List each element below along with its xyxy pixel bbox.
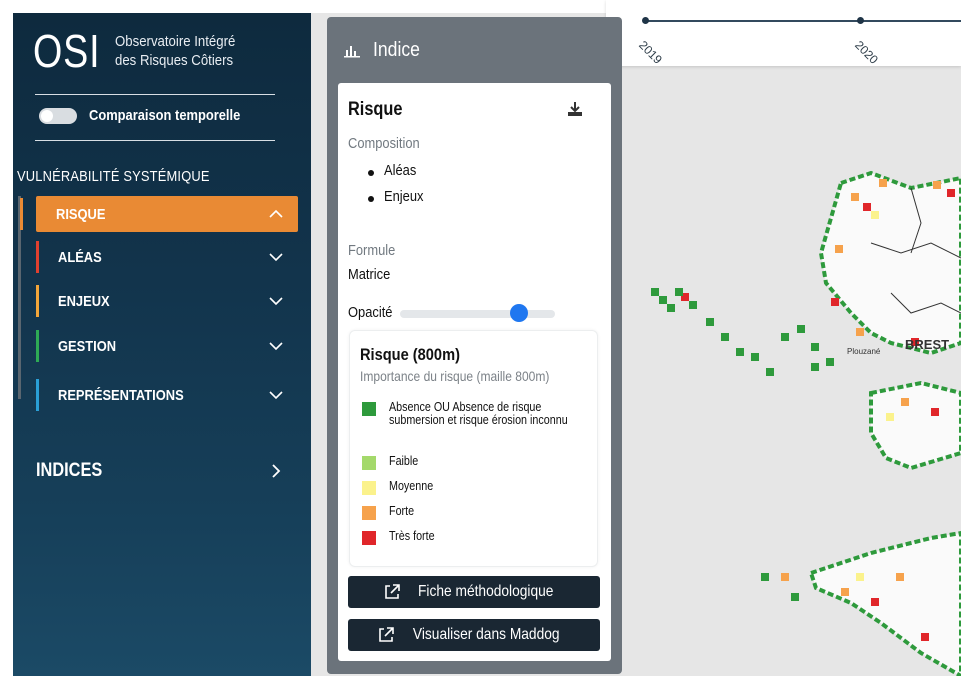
download-icon[interactable] [566,100,584,118]
panel-title: Indice [373,39,420,61]
panel-header: Indice [343,39,426,62]
sidebar: OSI Observatoire Intégré des Risques Côt… [13,13,311,676]
comparison-toggle[interactable] [39,107,77,124]
menu-stripe [36,241,39,273]
section-title: VULNÉRABILITÉ SYSTÉMIQUE [17,168,210,185]
opacity-label: Opacité [348,304,393,321]
legend-label: Forte [389,504,415,518]
menu-stripe [36,379,39,411]
timeline-year-2020[interactable]: 2020 [852,38,881,67]
legend-title: Risque (800m) [360,345,460,364]
timeline-dot-2019[interactable] [642,17,649,24]
legend-item: Moyenne [362,480,604,495]
divider [35,94,275,95]
fiche-button-label: Fiche méthodologique [418,583,554,600]
chevron-down-icon [269,391,283,400]
fiche-methodologique-button[interactable]: Fiche méthodologique [348,576,600,608]
indice-panel: Indice Risque Composition Aléas Enjeux F… [327,17,622,674]
chevron-down-icon [269,253,283,262]
legend-swatch [362,506,376,520]
legend-label: Faible [389,454,419,468]
menu-item-aleas[interactable]: ALÉAS [36,239,298,275]
menu-item-label: REPRÉSENTATIONS [58,386,184,404]
external-link-icon [378,627,394,642]
legend-item: Faible [362,455,604,470]
comparison-toggle-row[interactable]: Comparaison temporelle [39,107,265,124]
chevron-right-icon [272,464,281,478]
external-link-icon [385,584,401,599]
legend-swatch [362,531,376,545]
legend-item: Forte [362,505,604,520]
map-place-brest: BREST [905,337,949,352]
chevron-down-icon [269,342,283,351]
legend-label: Absence OU Absence de risque submersion … [389,400,568,427]
legend-label: Très forte [389,529,435,543]
toggle-knob [41,109,53,122]
opacity-slider-handle[interactable] [510,304,528,322]
legend-item: Absence OU Absence de risque submersion … [362,401,604,426]
menu-stripe [36,330,39,362]
bullet [368,170,374,176]
timeline-year-2019[interactable]: 2019 [636,38,665,67]
legend-item: Très forte [362,530,604,545]
panel-body: Risque Composition Aléas Enjeux Formule … [338,83,611,661]
legend-swatch [362,456,376,470]
menu-item-label: ALÉAS [58,248,102,266]
bullet [368,196,374,202]
timeline-axis [646,20,961,22]
indices-label: INDICES [36,460,103,481]
logo: OSI Observatoire Intégré des Risques Côt… [33,23,252,79]
indicator-title: Risque [348,99,403,120]
logo-line-2: des Risques Côtiers [115,52,234,69]
logo-mark: OSI [33,25,101,77]
menu-item-representations[interactable]: REPRÉSENTATIONS [36,377,298,413]
legend: Risque (800m) Importance du risque (mail… [349,330,598,567]
menu-item-enjeux[interactable]: ENJEUX [36,283,298,319]
legend-subtitle: Importance du risque (maille 800m) [360,368,550,384]
indices-item[interactable]: INDICES [36,453,298,489]
logo-text: Observatoire Intégré des Risques Côtiers [115,32,235,70]
timeline[interactable]: 2019 2020 [606,0,961,67]
menu-stripe [36,285,39,317]
comparison-toggle-label: Comparaison temporelle [89,107,241,124]
visualiser-maddog-button[interactable]: Visualiser dans Maddog [348,619,600,651]
composition-item: Aléas [384,162,417,179]
legend-label: Moyenne [389,479,434,493]
formule-label: Formule [348,242,396,259]
chevron-down-icon [269,297,283,306]
chevron-up-icon [269,209,283,218]
menu-item-label: GESTION [58,337,117,355]
map-place-plouzane: Plouzané [847,347,881,356]
menu-item-label: ENJEUX [58,292,110,310]
menu-item-risque[interactable]: RISQUE [20,196,298,232]
opacity-slider-track[interactable] [400,310,555,318]
divider [35,140,275,141]
composition-item: Enjeux [384,188,424,205]
formule-value: Matrice [348,266,391,283]
composition-label: Composition [348,135,420,152]
legend-swatch [362,481,376,495]
logo-line-1: Observatoire Intégré [115,33,236,50]
timeline-dot-2020[interactable] [857,17,864,24]
menu-item-gestion[interactable]: GESTION [36,328,298,364]
menu-item-label: RISQUE [56,205,106,223]
bar-chart-icon [344,45,360,57]
maddog-button-label: Visualiser dans Maddog [412,626,560,643]
menu-stripe [20,198,23,230]
legend-swatch [362,402,376,416]
